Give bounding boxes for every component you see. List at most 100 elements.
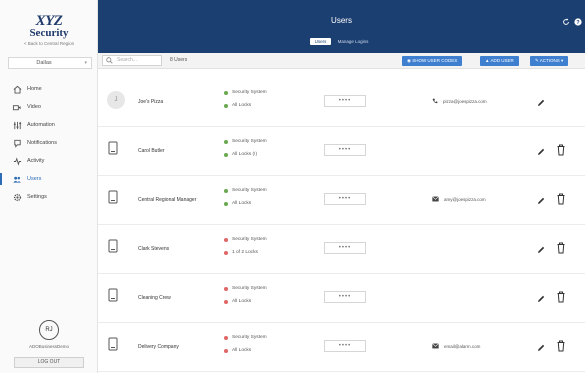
back-to-region-link[interactable]: < Back to Central Region xyxy=(0,41,98,46)
user-contact: pizza@joespizza.com xyxy=(432,98,487,104)
sidebar-item-automation[interactable]: Automation xyxy=(0,116,98,134)
permission-label: Security System xyxy=(232,237,267,242)
user-contact: email@alarm.com xyxy=(432,343,480,349)
users-toolbar: Search... 8 Users ◉ SHOW USER CODES ▲ AD… xyxy=(98,53,585,69)
contact-value: pizza@joespizza.com xyxy=(443,98,487,104)
brand-logo[interactable]: XYZ Security xyxy=(0,14,98,39)
device-icon xyxy=(108,141,118,160)
edit-icon[interactable] xyxy=(536,242,546,260)
page-header: Users ? Users Manage Logins xyxy=(98,0,585,53)
user-count: 8 Users xyxy=(170,57,188,63)
permission-security: Security System xyxy=(224,335,267,340)
user-name: Clark Stevens xyxy=(138,246,170,252)
svg-text:?: ? xyxy=(576,20,580,26)
logo-line-2: Security xyxy=(29,27,69,39)
sidebar-item-video[interactable]: Video xyxy=(0,98,98,116)
account-name: ADOBusinessDemo xyxy=(28,344,69,349)
permission-locks: 1 of 2 Locks xyxy=(224,250,258,255)
help-icon[interactable]: ? xyxy=(574,18,582,28)
table-row[interactable]: Cleaning Crew Security System All Locks … xyxy=(98,274,585,323)
edit-icon[interactable] xyxy=(536,340,546,358)
permission-locks: All Locks xyxy=(224,348,251,353)
edit-icon[interactable] xyxy=(536,144,546,162)
permission-label: All Locks xyxy=(232,348,252,353)
permission-security: Security System xyxy=(224,90,267,95)
sidebar-item-settings[interactable]: Settings xyxy=(0,188,98,206)
permission-label: Security System xyxy=(232,335,267,340)
refresh-icon[interactable] xyxy=(562,18,570,28)
user-code: •••• xyxy=(324,291,366,303)
user-name: Delivery Company xyxy=(138,344,179,350)
user-code: •••• xyxy=(324,193,366,205)
permission-label: Security System xyxy=(232,286,267,291)
permission-security: Security System xyxy=(224,139,267,144)
permission-label: Security System xyxy=(232,90,267,95)
button-label: ACTIONS xyxy=(539,58,560,63)
sidebar-item-label: Users xyxy=(27,176,42,182)
table-row[interactable]: Carol Butler Security System All Locks (… xyxy=(98,127,585,176)
table-row[interactable]: Central Regional Manager Security System… xyxy=(98,176,585,225)
sidebar-item-label: Home xyxy=(27,86,42,92)
sidebar-item-activity[interactable]: Activity xyxy=(0,152,98,170)
add-user-button[interactable]: ▲ ADD USER xyxy=(480,56,519,66)
permission-security: Security System xyxy=(224,286,267,291)
trash-icon[interactable] xyxy=(556,143,566,161)
sidebar-item-label: Settings xyxy=(27,194,47,200)
activity-icon xyxy=(12,156,22,166)
avatar[interactable]: RJ xyxy=(39,320,59,340)
avatar: J xyxy=(107,91,125,109)
table-row[interactable]: Delivery Company Security System All Loc… xyxy=(98,323,585,372)
table-row[interactable]: J Joe's Pizza Security System All Locks … xyxy=(98,78,585,127)
sidebar-item-label: Automation xyxy=(27,122,55,128)
permission-label: 1 of 2 Locks xyxy=(232,250,258,255)
edit-icon[interactable] xyxy=(536,193,546,211)
sidebar-item-label: Video xyxy=(27,104,41,110)
user-list: J Joe's Pizza Security System All Locks … xyxy=(98,78,585,372)
contact-value: amy@joespizza.com xyxy=(444,196,486,202)
sidebar-item-home[interactable]: Home xyxy=(0,80,98,98)
video-icon xyxy=(12,102,22,112)
location-select[interactable]: Dallas ▾ xyxy=(8,57,92,69)
table-row[interactable]: Clark Stevens Security System 1 of 2 Loc… xyxy=(98,225,585,274)
automation-icon xyxy=(12,120,22,130)
search-icon xyxy=(106,57,113,68)
permission-label: All Locks xyxy=(232,201,252,206)
trash-icon[interactable] xyxy=(556,241,566,259)
trash-icon[interactable] xyxy=(556,290,566,308)
actions-button[interactable]: ✎ ACTIONS ▾ xyxy=(530,56,569,66)
sidebar-item-label: Notifications xyxy=(27,140,57,146)
user-code: •••• xyxy=(324,95,366,107)
search-input[interactable]: Search... xyxy=(102,55,162,66)
permission-label: All Locks xyxy=(232,103,252,108)
location-value: Dallas xyxy=(36,60,52,66)
users-icon xyxy=(12,174,22,184)
edit-icon[interactable] xyxy=(536,95,546,113)
permission-locks: All Locks xyxy=(224,103,251,108)
permission-label: All Locks xyxy=(232,299,252,304)
email-icon xyxy=(432,196,439,202)
button-label: SHOW USER CODES xyxy=(412,58,458,63)
device-icon xyxy=(108,190,118,209)
notification-icon xyxy=(12,138,22,148)
sidebar-nav: Home Video Automation Notifications Acti… xyxy=(0,80,98,206)
sidebar-item-notifications[interactable]: Notifications xyxy=(0,134,98,152)
edit-icon[interactable] xyxy=(536,291,546,309)
show-user-codes-button[interactable]: ◉ SHOW USER CODES xyxy=(402,56,463,66)
permission-security: Security System xyxy=(224,237,267,242)
sidebar-item-users[interactable]: Users xyxy=(0,170,98,188)
tab-manage-logins[interactable]: Manage Logins xyxy=(333,38,374,45)
trash-icon[interactable] xyxy=(556,339,566,357)
search-placeholder: Search... xyxy=(117,57,138,63)
chevron-down-icon: ▾ xyxy=(84,60,87,66)
user-contact: amy@joespizza.com xyxy=(432,196,486,202)
permission-security: Security System xyxy=(224,188,267,193)
tab-users[interactable]: Users xyxy=(309,38,332,45)
sidebar: XYZ Security < Back to Central Region Da… xyxy=(0,0,98,373)
logout-button[interactable]: LOG OUT xyxy=(14,357,84,368)
button-label: ADD USER xyxy=(490,58,514,63)
user-name: Central Regional Manager xyxy=(138,197,197,203)
sidebar-item-label: Activity xyxy=(27,158,45,164)
contact-value: email@alarm.com xyxy=(444,343,481,349)
permission-label: Security System xyxy=(232,188,267,193)
trash-icon[interactable] xyxy=(556,192,566,210)
